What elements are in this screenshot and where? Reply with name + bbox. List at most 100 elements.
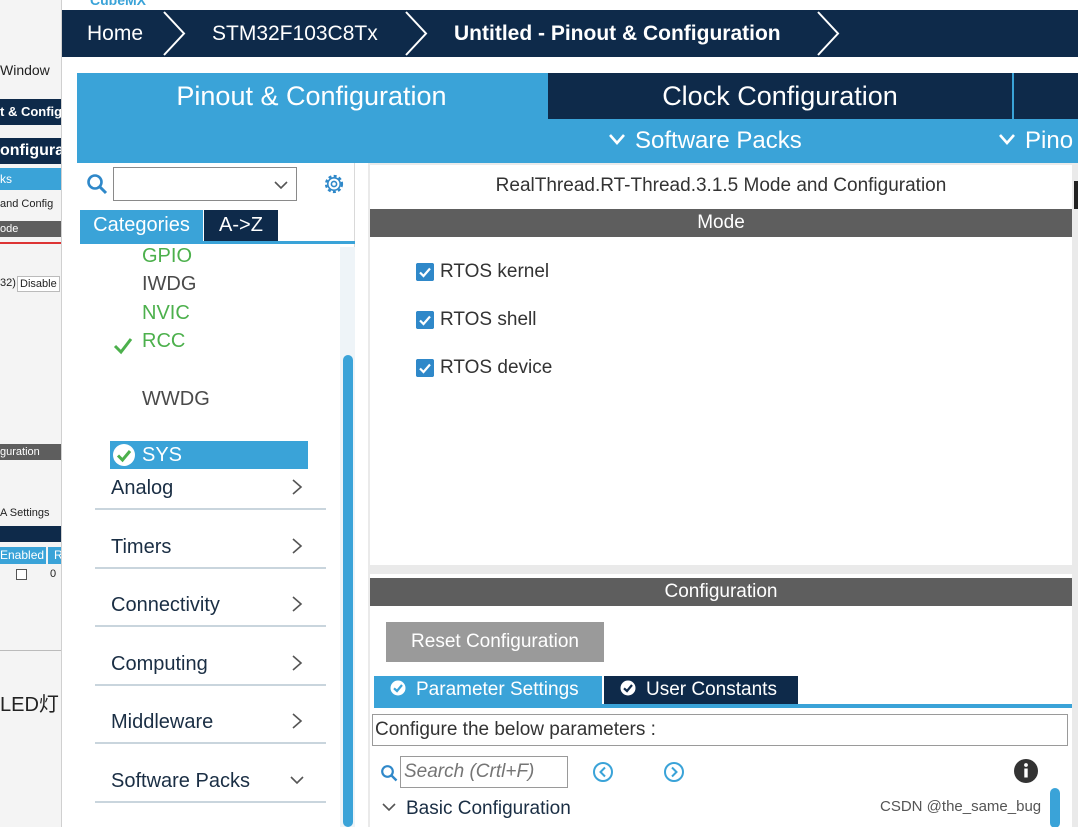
category-middleware[interactable]: Middleware bbox=[95, 686, 326, 744]
app-title: CubeMX bbox=[90, 0, 146, 8]
categories-panel: Categories A->Z GPIO IWDG NVIC RCC SYS W… bbox=[77, 163, 355, 827]
parameter-search-input[interactable] bbox=[400, 756, 568, 788]
basic-configuration-group[interactable]: Basic Configuration bbox=[380, 796, 571, 822]
configuration-scrollbar-thumb[interactable] bbox=[1050, 788, 1060, 827]
mode-pane: RealThread.RT-Thread.3.1.5 Mode and Conf… bbox=[370, 165, 1072, 565]
bg-settings-label[interactable]: A Settings bbox=[0, 507, 50, 519]
checkbox-checked-icon[interactable] bbox=[416, 359, 434, 377]
bg-sub-label: and Config bbox=[0, 198, 54, 210]
background-window: Window t & Config onfigurat ks and Confi… bbox=[0, 0, 62, 827]
tab-pinout-configuration[interactable]: Pinout & Configuration bbox=[77, 73, 546, 119]
tab-next-partial[interactable] bbox=[1014, 73, 1078, 119]
chevron-right-icon bbox=[292, 713, 303, 729]
category-scrollbar-thumb[interactable] bbox=[343, 355, 353, 827]
basic-configuration-label: Basic Configuration bbox=[406, 798, 571, 819]
checkbox-checked-icon[interactable] bbox=[416, 263, 434, 281]
breadcrumb-home[interactable]: Home bbox=[87, 10, 143, 57]
bg-tab-label[interactable]: t & Config bbox=[0, 99, 61, 125]
software-packs-menu-label: Software Packs bbox=[635, 127, 802, 154]
main-tab-bar: Pinout & Configuration Clock Configurati… bbox=[77, 73, 1078, 119]
mode-pane-title: RealThread.RT-Thread.3.1.5 Mode and Conf… bbox=[495, 175, 947, 196]
tab-parameter-settings[interactable]: Parameter Settings bbox=[374, 676, 602, 704]
rtos-shell-label: RTOS shell bbox=[440, 309, 537, 330]
cubemx-window: CubeMX Home STM32F103C8Tx Untitled - Pin… bbox=[62, 0, 1078, 827]
category-search-combo[interactable] bbox=[113, 167, 297, 201]
chevron-down-icon bbox=[609, 133, 625, 145]
bg-menu-window[interactable]: Window bbox=[0, 62, 50, 78]
tree-item-wwdg[interactable]: WWDG bbox=[142, 386, 210, 412]
category-computing[interactable]: Computing bbox=[95, 628, 326, 686]
breadcrumb-device[interactable]: STM32F103C8Tx bbox=[212, 10, 378, 57]
bg-disable-prefix: 32) bbox=[0, 277, 16, 289]
breadcrumb: Home STM32F103C8Tx Untitled - Pinout & C… bbox=[62, 10, 1078, 57]
tree-item-nvic[interactable]: NVIC bbox=[142, 300, 190, 326]
category-scrollbar[interactable] bbox=[340, 247, 355, 827]
category-tree: GPIO IWDG NVIC RCC SYS WWDG Analog Timer… bbox=[77, 245, 339, 827]
bg-dark-row bbox=[0, 526, 61, 542]
next-icon[interactable] bbox=[663, 761, 685, 783]
configuration-tabs: Parameter Settings User Constants bbox=[374, 676, 1072, 708]
bg-checkbox[interactable] bbox=[16, 569, 27, 580]
bg-bottom-text: LED灯 bbox=[0, 694, 59, 716]
tab-clock-configuration[interactable]: Clock Configuration bbox=[548, 73, 1012, 119]
check-circle-icon bbox=[390, 680, 406, 696]
watermark: CSDN @the_same_bug bbox=[880, 798, 1042, 815]
configuration-header: Configuration bbox=[370, 578, 1072, 606]
bg-r-label: R bbox=[48, 547, 61, 564]
rtos-kernel-label: RTOS kernel bbox=[440, 261, 550, 282]
bg-bar-label: onfigurat bbox=[0, 138, 61, 164]
info-icon[interactable] bbox=[1013, 758, 1039, 784]
tree-item-gpio[interactable]: GPIO bbox=[142, 243, 192, 269]
bg-blue-bar[interactable]: ks bbox=[0, 168, 61, 190]
bg-disable-select[interactable]: Disable bbox=[17, 276, 60, 292]
parameter-search-row bbox=[380, 756, 1070, 790]
chevron-right-icon bbox=[292, 479, 303, 495]
bg-divider bbox=[0, 650, 61, 651]
title-strip: CubeMX bbox=[62, 0, 1078, 10]
chevron-down-icon[interactable] bbox=[274, 178, 288, 192]
tree-item-rcc[interactable]: RCC bbox=[142, 328, 185, 354]
mode-header: Mode bbox=[370, 209, 1072, 237]
pinout-menu-label: Pino bbox=[1025, 127, 1074, 154]
configure-description: Configure the below parameters : bbox=[372, 714, 1068, 746]
category-analog-label: Analog bbox=[111, 477, 174, 499]
reset-configuration-button[interactable]: Reset Configuration bbox=[386, 622, 604, 662]
software-packs-menu[interactable]: Software Packs bbox=[609, 119, 802, 163]
mode-scrollbar[interactable] bbox=[1074, 181, 1078, 209]
category-middleware-label: Middleware bbox=[111, 711, 214, 733]
chevron-right-icon bbox=[292, 596, 303, 612]
bg-zero-label: 0 bbox=[50, 568, 57, 580]
tab-user-constants-label: User Constants bbox=[646, 679, 777, 700]
category-tabs: Categories A->Z bbox=[80, 210, 355, 244]
tab-a-to-z[interactable]: A->Z bbox=[204, 210, 278, 241]
breadcrumb-current[interactable]: Untitled - Pinout & Configuration bbox=[454, 10, 781, 57]
previous-icon[interactable] bbox=[592, 761, 614, 783]
tab-categories[interactable]: Categories bbox=[80, 210, 203, 241]
tab-parameter-settings-label: Parameter Settings bbox=[416, 679, 579, 700]
tab-user-constants[interactable]: User Constants bbox=[604, 676, 798, 704]
chevron-right-icon bbox=[292, 655, 303, 671]
gear-icon[interactable] bbox=[321, 171, 347, 197]
category-analog[interactable]: Analog bbox=[95, 452, 326, 510]
search-icon[interactable] bbox=[86, 173, 108, 195]
rtos-device-label: RTOS device bbox=[440, 357, 553, 378]
tree-item-iwdg[interactable]: IWDG bbox=[142, 271, 196, 297]
category-timers[interactable]: Timers bbox=[95, 511, 326, 569]
category-software-packs-label: Software Packs bbox=[111, 770, 250, 792]
checkbox-checked-icon[interactable] bbox=[416, 311, 434, 329]
mode-configuration-panel: RealThread.RT-Thread.3.1.5 Mode and Conf… bbox=[368, 163, 1078, 827]
category-software-packs[interactable]: Software Packs bbox=[95, 745, 326, 803]
category-connectivity[interactable]: Connectivity bbox=[95, 569, 326, 627]
breadcrumb-separator-icon bbox=[163, 11, 186, 56]
pinout-menu[interactable]: Pino bbox=[999, 119, 1073, 163]
chevron-right-icon bbox=[292, 538, 303, 554]
category-computing-label: Computing bbox=[111, 653, 208, 675]
configuration-pane: Configuration Reset Configuration Parame… bbox=[370, 574, 1072, 827]
bg-config-label: guration bbox=[0, 444, 61, 460]
check-icon bbox=[113, 338, 133, 355]
check-circle-icon bbox=[620, 680, 636, 696]
sub-menu-bar: Software Packs Pino bbox=[77, 119, 1078, 163]
bg-red-line bbox=[0, 242, 61, 244]
breadcrumb-separator-icon bbox=[405, 11, 428, 56]
search-icon[interactable] bbox=[380, 764, 398, 782]
